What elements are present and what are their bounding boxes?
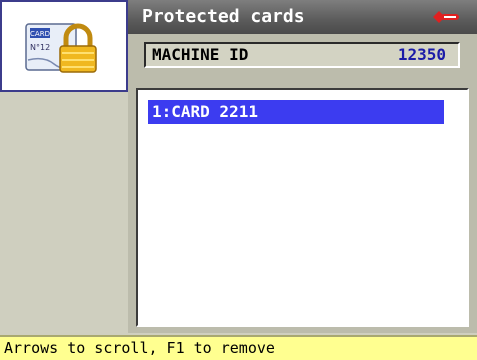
machine-id-label: MACHINE ID	[152, 45, 249, 64]
protected-cards-list[interactable]: 1:CARD 2211	[136, 88, 469, 327]
icon-panel: CARD N°12	[0, 0, 128, 92]
silca-key-logo-icon	[433, 11, 459, 23]
machine-id-value: 12350	[397, 45, 446, 64]
machine-id-field: MACHINE ID 12350	[144, 42, 460, 68]
status-hint-text: Arrows to scroll, F1 to remove	[4, 339, 275, 357]
list-item[interactable]: 1:CARD 2211	[148, 100, 444, 124]
card-icon-number: N°12	[30, 43, 50, 52]
title-bar: Protected cards	[128, 0, 477, 34]
card-icon-text: CARD	[30, 30, 50, 38]
app-screen: CARD N°12 Protected cards MACHINE ID 123…	[0, 0, 477, 360]
protected-card-lock-icon: CARD N°12	[25, 23, 97, 73]
status-bar: Arrows to scroll, F1 to remove	[0, 335, 477, 360]
page-title: Protected cards	[142, 6, 305, 27]
